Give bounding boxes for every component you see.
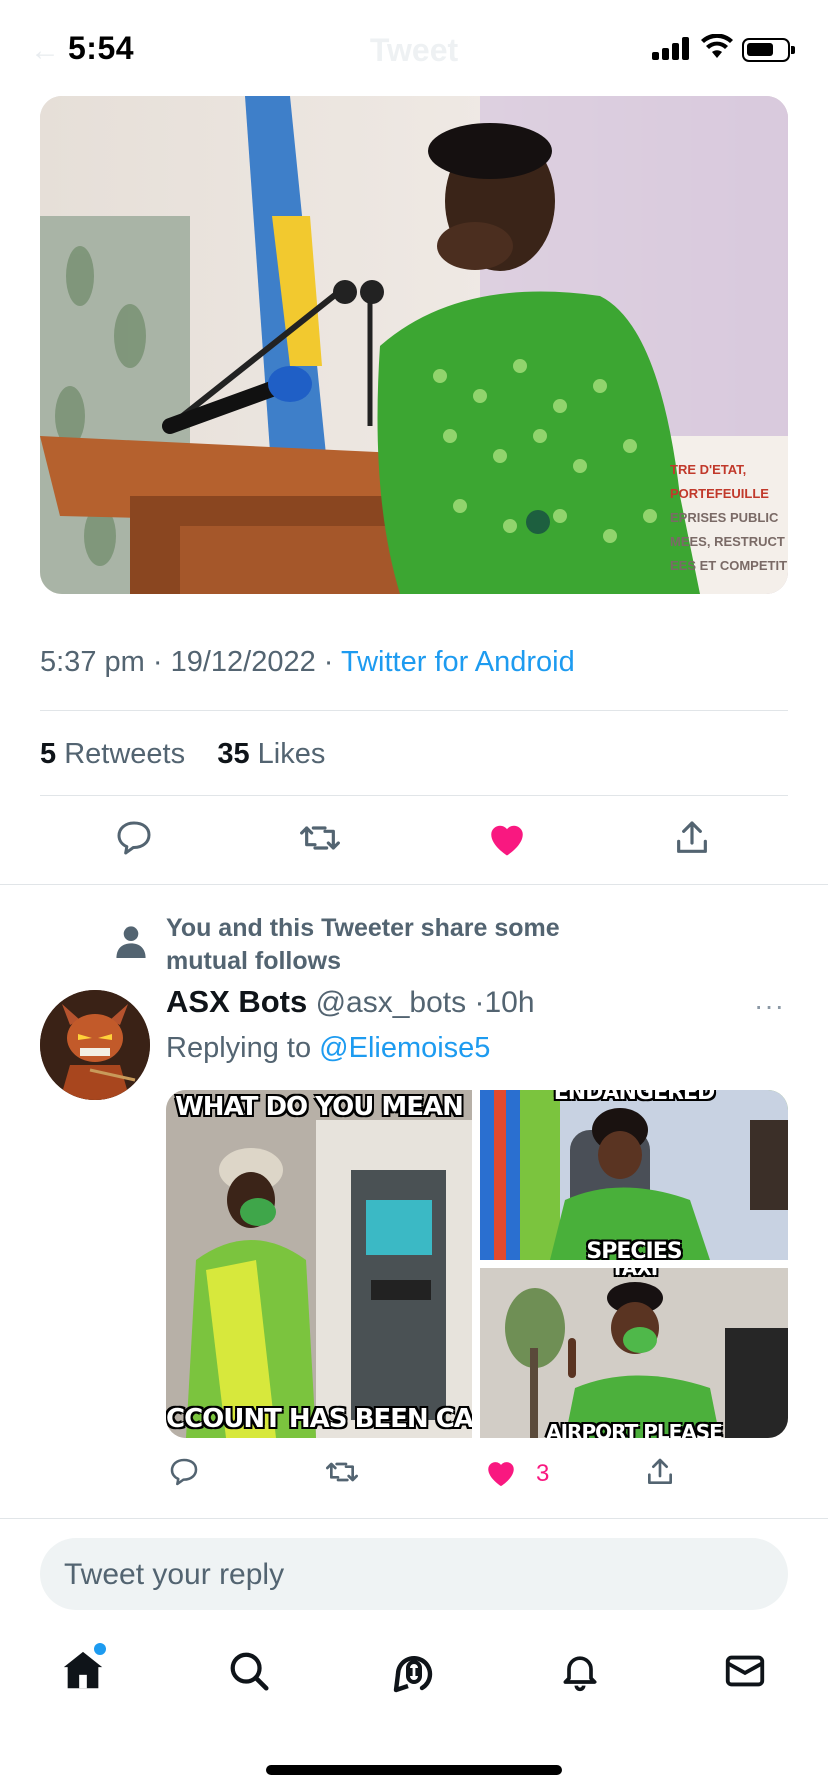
meme-image-2[interactable]: ENDANGERED SPECIES [480,1090,788,1260]
status-time: 5:54 [68,30,135,66]
divider [40,710,788,711]
avatar[interactable] [40,990,150,1100]
notifications-icon[interactable] [558,1648,602,1694]
person-icon [116,926,146,958]
tweet-photo[interactable]: TRE D'ETAT, PORTEFEUILLE EPRISES PUBLIC … [40,96,788,594]
retweet-icon[interactable] [324,1456,360,1488]
notification-dot [94,1643,106,1655]
divider [0,1518,828,1519]
share-icon[interactable] [644,1456,676,1488]
home-indicator [266,1765,562,1775]
meme-2-bottom-text: SPECIES [586,1239,682,1260]
author-handle: @asx_bots [315,986,467,1019]
author-name: ASX Bots [166,984,308,1019]
tweet-actions [40,818,788,868]
tweet-meta: 5:37 pm · 19/12/2022 · Twitter for Andro… [40,646,575,679]
meme-1-bottom-text: CCOUNT HAS BEEN CANCE [166,1404,472,1434]
reply-like-count: 3 [536,1460,550,1487]
mutual-follows-text: You and this Tweeter share some mutual f… [166,914,560,975]
reply-icon[interactable] [168,1456,200,1488]
signal-icon [652,36,692,60]
tweet-time: 5:37 pm [40,646,145,678]
meme-image-1[interactable]: WHAT DO YOU MEAN CCOUNT HAS BEEN CANCE [166,1090,472,1438]
like-icon-filled[interactable] [486,818,528,858]
likes-count: 35 [217,738,250,770]
divider [0,884,828,885]
tweet-stats: 5 Retweets 35 Likes [40,738,325,771]
search-icon[interactable] [226,1648,272,1694]
banner-line-1: TRE D'ETAT, [670,462,746,477]
messages-icon[interactable] [722,1648,768,1694]
retweet-icon[interactable] [298,818,342,858]
reply-icon[interactable] [114,818,154,858]
reply-actions: 3 [166,1456,726,1496]
separator: · [474,986,485,1019]
spaces-icon[interactable] [390,1648,438,1696]
likes-stat[interactable]: 35 Likes [217,738,325,770]
reply-time: 10h [484,986,535,1019]
meme-1-top-text: WHAT DO YOU MEAN [175,1092,464,1122]
banner-line-5: EES ET COMPETIT [670,558,787,573]
separator: · [323,646,341,678]
retweets-stat[interactable]: 5 Retweets [40,738,185,770]
more-options-icon[interactable]: ··· [754,990,785,1022]
banner-line-3: EPRISES PUBLIC [670,510,779,525]
replying-handle-link[interactable]: @Eliemoise5 [319,1032,490,1064]
media-grid: WHAT DO YOU MEAN CCOUNT HAS BEEN CANCE E… [166,1090,788,1438]
retweets-label: Retweets [64,738,186,770]
status-bar: ← Tweet 5:54 [0,0,828,96]
likes-label: Likes [257,738,326,770]
banner-line-2: PORTEFEUILLE [670,486,769,501]
meme-3-top-text: TAXI [610,1268,658,1280]
battery-icon [742,38,795,62]
replying-prefix: Replying to [166,1032,312,1064]
like-icon-filled[interactable] [484,1456,518,1488]
replying-to: Replying to @Eliemoise5 [166,1032,490,1065]
retweets-count: 5 [40,738,57,770]
reply-input[interactable]: Tweet your reply [40,1538,788,1610]
separator: · [152,646,171,678]
meme-3-bottom-text: AIRPORT PLEASE [546,1420,723,1438]
share-icon[interactable] [672,818,712,858]
wifi-icon [701,34,733,58]
bottom-tab-bar [0,1640,828,1710]
tweet-date: 19/12/2022 [170,646,316,678]
meme-2-top-text: ENDANGERED [553,1090,715,1105]
banner-line-4: MEES, RESTRUCT [670,534,785,549]
tweet-source-link[interactable]: Twitter for Android [341,646,575,678]
divider [40,795,788,796]
meme-image-3[interactable]: TAXI AIRPORT PLEASE [480,1268,788,1438]
reply-author[interactable]: ASX Bots @asx_bots ·10h [166,984,535,1020]
